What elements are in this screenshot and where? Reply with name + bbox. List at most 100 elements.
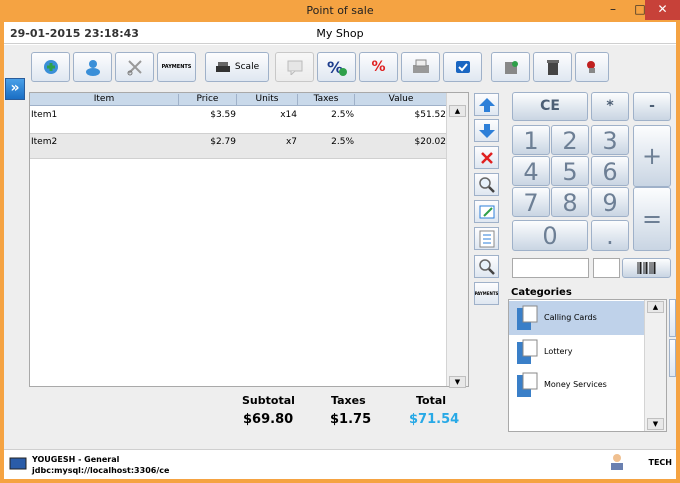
plus-button[interactable]: + xyxy=(633,125,671,187)
discount-add-button[interactable]: % xyxy=(317,52,356,82)
customer-icon xyxy=(85,60,100,76)
ticket-table[interactable]: Item Price Units Taxes Value Item1 $3.59… xyxy=(29,92,469,388)
payments-side-button[interactable]: PAYMENTS xyxy=(474,282,499,305)
down-arrow-icon xyxy=(478,123,495,138)
column-header-taxes[interactable]: Taxes xyxy=(298,94,355,106)
subtotal-label: Subtotal xyxy=(242,394,295,407)
search-line-button[interactable] xyxy=(474,173,499,196)
delete-line-button[interactable] xyxy=(474,146,499,169)
payments-button[interactable]: PAYMENTS xyxy=(157,52,196,82)
categories-scroll-down[interactable]: ▼ xyxy=(647,418,664,430)
digit-2-button[interactable]: 2 xyxy=(551,125,589,155)
percent-button[interactable]: % xyxy=(359,52,398,82)
digit-5-button[interactable]: 5 xyxy=(551,156,589,186)
category-item[interactable]: Money Services xyxy=(509,368,645,402)
equals-button[interactable]: = xyxy=(633,187,671,251)
digit-3-button[interactable]: 3 xyxy=(591,125,629,155)
printer-icon xyxy=(412,59,429,73)
digit-8-button[interactable]: 8 xyxy=(551,187,589,217)
up-arrow-icon xyxy=(478,97,495,112)
category-book-icon xyxy=(517,372,538,397)
barcode-button[interactable] xyxy=(622,258,671,278)
notes-icon xyxy=(287,60,302,75)
payments-side-label: PAYMENTS xyxy=(474,291,499,296)
tools-button[interactable] xyxy=(491,52,530,82)
scroll-up-button[interactable]: ▲ xyxy=(449,105,466,117)
table-header: Item Price Units Taxes Value xyxy=(30,93,447,106)
window-border-bottom xyxy=(0,479,680,483)
db-connection: jdbc:mysql://localhost:3306/ce xyxy=(32,466,170,475)
user-avatar-icon xyxy=(611,454,623,470)
products-panel-stub[interactable] xyxy=(669,339,676,377)
cell-taxes: 2.5% xyxy=(331,137,354,147)
scroll-down-button[interactable]: ▼ xyxy=(449,376,466,388)
notes-button[interactable] xyxy=(275,52,314,82)
status-bar: YOUGESH - General jdbc:mysql://localhost… xyxy=(4,449,676,479)
minimize-button[interactable]: – xyxy=(599,0,627,20)
table-row[interactable]: Item2 $2.79 x7 2.5% $20.02 xyxy=(30,133,447,159)
column-header-item[interactable]: Item xyxy=(30,94,179,106)
split-button[interactable] xyxy=(115,52,154,82)
category-item[interactable]: Calling Cards xyxy=(509,301,645,335)
user-info: YOUGESH - General jdbc:mysql://localhost… xyxy=(32,454,169,476)
digit-1-button[interactable]: 1 xyxy=(512,125,550,155)
window-border-right xyxy=(676,22,680,483)
digit-4-button[interactable]: 4 xyxy=(512,156,550,186)
user-pin-button[interactable] xyxy=(575,52,609,82)
taxes-value: $1.75 xyxy=(330,412,372,427)
column-header-price[interactable]: Price xyxy=(179,94,237,106)
categories-scroll-up[interactable]: ▲ xyxy=(647,301,664,313)
payments-label: PAYMENTS xyxy=(161,64,192,70)
side-panel-toggle[interactable]: » xyxy=(5,78,25,100)
decimal-point-button[interactable]: . xyxy=(591,220,629,251)
user-pin-icon xyxy=(587,61,595,73)
taxes-label: Taxes xyxy=(331,394,366,407)
digit-9-button[interactable]: 9 xyxy=(591,187,629,217)
categories-scrollbar[interactable]: ▲ ▼ xyxy=(644,300,666,431)
cell-taxes: 2.5% xyxy=(331,110,354,120)
scale-label: Scale xyxy=(234,62,260,72)
search-icon xyxy=(478,176,495,193)
categories-list[interactable]: Calling Cards Lottery Money Services ▲ ▼ xyxy=(508,299,667,432)
digit-7-button[interactable]: 7 xyxy=(512,187,550,217)
amount-input[interactable] xyxy=(512,258,589,278)
scissors-icon xyxy=(127,60,142,76)
discount-add-icon: % xyxy=(327,58,347,77)
category-item[interactable]: Lottery xyxy=(509,335,645,369)
quantity-input[interactable] xyxy=(593,258,620,278)
tools-icon xyxy=(504,61,518,74)
close-button[interactable]: ✕ xyxy=(645,0,680,20)
percent-icon: % xyxy=(371,59,386,75)
digit-0-button[interactable]: 0 xyxy=(512,220,588,251)
cell-units: x14 xyxy=(280,110,297,120)
scale-button[interactable]: Scale xyxy=(205,52,269,82)
scale-icon xyxy=(215,62,230,72)
multiply-button[interactable]: * xyxy=(591,92,629,121)
products-panel-stub[interactable] xyxy=(669,299,676,337)
column-header-value[interactable]: Value xyxy=(355,94,447,106)
cell-price: $3.59 xyxy=(210,110,236,120)
digit-6-button[interactable]: 6 xyxy=(591,156,629,186)
customer-button[interactable] xyxy=(73,52,112,82)
sync-button[interactable] xyxy=(443,52,482,82)
search-product-button[interactable] xyxy=(474,255,499,278)
column-header-units[interactable]: Units xyxy=(237,94,298,106)
list-icon xyxy=(479,230,494,247)
customer-add-icon xyxy=(43,60,58,74)
print-button[interactable] xyxy=(401,52,440,82)
barcode-icon xyxy=(637,262,655,274)
minus-button[interactable]: - xyxy=(633,92,671,121)
ticket-scrollbar[interactable]: ▲ ▼ xyxy=(446,93,468,388)
clear-entry-button[interactable]: CE xyxy=(512,92,588,121)
table-row[interactable]: Item1 $3.59 x14 2.5% $51.52 xyxy=(30,107,447,133)
attributes-button[interactable] xyxy=(474,227,499,250)
window-title: Point of sale xyxy=(306,4,374,17)
user-name: YOUGESH - General xyxy=(32,455,120,464)
move-up-button[interactable] xyxy=(474,93,499,116)
move-down-button[interactable] xyxy=(474,119,499,142)
edit-line-button[interactable] xyxy=(474,200,499,223)
customer-add-button[interactable] xyxy=(31,52,70,82)
title-bar: Point of sale – □ ✕ xyxy=(0,0,680,22)
delete-ticket-button[interactable] xyxy=(533,52,572,82)
cell-units: x7 xyxy=(285,137,297,147)
